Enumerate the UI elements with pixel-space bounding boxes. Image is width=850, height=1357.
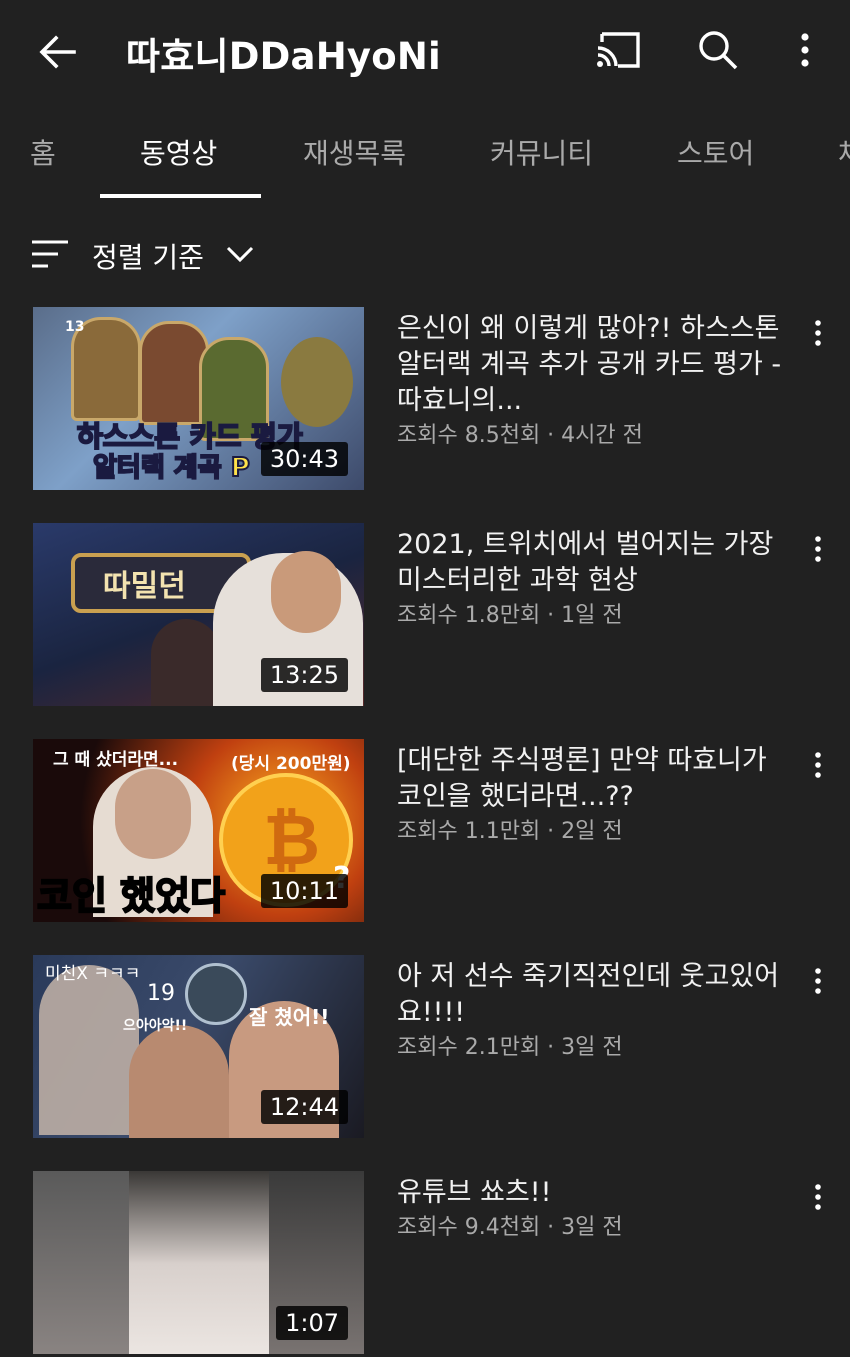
tab-videos[interactable]: 동영상 (140, 132, 217, 172)
video-info[interactable]: 은신이 왜 이렇게 많아?! 하스스톤 알터랙 계곡 추가 공개 카드 평가 -… (397, 311, 795, 451)
sort-label: 정렬 기준 (92, 241, 204, 274)
thumbnail-text: 으아아악!! (123, 1018, 188, 1034)
video-title: 은신이 왜 이렇게 많아?! 하스스톤 알터랙 계곡 추가 공개 카드 평가 -… (397, 313, 782, 416)
more-vert-icon (801, 33, 809, 67)
more-vert-icon (815, 536, 821, 562)
blurred-side (33, 1171, 129, 1354)
video-thumbnail[interactable]: 따밀던 13:25 (33, 523, 364, 706)
back-button[interactable] (34, 28, 82, 76)
video-thumbnail[interactable]: 1:07 (33, 1171, 364, 1354)
video-duration: 30:43 (260, 442, 348, 476)
cat-photo (129, 1171, 269, 1354)
chevron-down-icon (226, 246, 254, 263)
character-art (281, 337, 353, 427)
video-item[interactable]: ₿ 그 때 샀더라면... (당시 200만원) 코인 했었다 ? 10:11 … (0, 739, 850, 924)
video-meta: 조회수 9.4천회 · 3일 전 (397, 1215, 623, 1240)
more-vert-icon (815, 1184, 821, 1210)
thumbnail-text: (당시 200만원) (231, 754, 351, 774)
thumbnail-text: 19 (147, 981, 175, 1006)
tab-home[interactable]: 홈 (30, 132, 56, 172)
video-item[interactable]: 미친X ㅋㅋㅋ 19 으아아악!! 잘 쳤어!! 12:44 아 저 선수 죽기… (0, 955, 850, 1140)
person (129, 1025, 229, 1138)
video-meta: 조회수 8.5천회 · 4시간 전 (397, 423, 643, 448)
video-more-button[interactable] (806, 313, 830, 353)
thumbnail-text: 미친X ㅋㅋㅋ (45, 964, 141, 984)
cast-button[interactable] (594, 28, 642, 72)
thumbnail-text: 코인 했었다 (36, 873, 226, 919)
cast-icon (597, 32, 640, 68)
video-title: 유튜브 쑈츠!! (397, 1177, 552, 1208)
more-options-button[interactable] (788, 26, 822, 74)
active-tab-indicator (100, 194, 261, 198)
channel-tabs: 홈 동영상 재생목록 커뮤니티 스토어 채 (0, 110, 850, 200)
video-title: [대단한 주식평론] 만약 따효니가 코인을 했더라면...?? (397, 745, 767, 812)
thumbnail-text: 잘 쳤어!! (249, 1005, 330, 1029)
video-duration: 10:11 (260, 874, 348, 908)
video-thumbnail[interactable]: ₿ 그 때 샀더라면... (당시 200만원) 코인 했었다 ? 10:11 (33, 739, 364, 922)
video-more-button[interactable] (806, 529, 830, 569)
video-info[interactable]: 아 저 선수 죽기직전인데 웃고있어요!!!! 조회수 2.1만회 · 3일 전 (397, 959, 795, 1063)
person (39, 965, 139, 1135)
video-info[interactable]: 유튜브 쑈츠!! 조회수 9.4천회 · 3일 전 (397, 1175, 795, 1243)
video-title: 아 저 선수 죽기직전인데 웃고있어요!!!! (397, 961, 780, 1028)
more-vert-icon (815, 968, 821, 994)
video-meta: 조회수 1.1만회 · 2일 전 (397, 819, 623, 844)
video-more-button[interactable] (806, 961, 830, 1001)
tab-channels[interactable]: 채 (838, 132, 850, 172)
thumbnail-text: 13 (65, 319, 85, 335)
arrow-back-icon (39, 35, 76, 69)
search-icon (699, 31, 738, 70)
thumbnail-text: 따밀던 (103, 569, 186, 604)
video-item[interactable]: 1:07 유튜브 쑈츠!! 조회수 9.4천회 · 3일 전 (0, 1171, 850, 1356)
video-duration: 1:07 (276, 1306, 348, 1340)
tab-community[interactable]: 커뮤니티 (490, 132, 593, 172)
sort-icon (32, 240, 68, 268)
video-thumbnail[interactable]: 13 하스스톤 카드 평가 알터랙 계곡 P 30:43 (33, 307, 364, 490)
person (151, 619, 221, 706)
face (271, 551, 341, 633)
video-item[interactable]: 따밀던 13:25 2021, 트위치에서 벌어지는 가장 미스터리한 과학 현… (0, 523, 850, 708)
more-vert-icon (815, 752, 821, 778)
video-thumbnail[interactable]: 미친X ㅋㅋㅋ 19 으아아악!! 잘 쳤어!! 12:44 (33, 955, 364, 1138)
tab-playlists[interactable]: 재생목록 (303, 132, 406, 172)
search-button[interactable] (694, 26, 742, 74)
video-more-button[interactable] (806, 745, 830, 785)
video-more-button[interactable] (806, 1177, 830, 1217)
video-item[interactable]: 13 하스스톤 카드 평가 알터랙 계곡 P 30:43 은신이 왜 이렇게 많… (0, 307, 850, 492)
video-meta: 조회수 2.1만회 · 3일 전 (397, 1035, 623, 1060)
more-vert-icon (815, 320, 821, 346)
video-duration: 13:25 (260, 658, 348, 692)
video-info[interactable]: [대단한 주식평론] 만약 따효니가 코인을 했더라면...?? 조회수 1.1… (397, 743, 795, 847)
video-meta: 조회수 1.8만회 · 1일 전 (397, 603, 623, 628)
tab-store[interactable]: 스토어 (677, 132, 754, 172)
top-app-bar: 따효니DDaHyoNi (0, 0, 850, 100)
video-duration: 12:44 (260, 1090, 348, 1124)
thumbnail-text: 그 때 샀더라면... (53, 750, 179, 770)
video-info[interactable]: 2021, 트위치에서 벌어지는 가장 미스터리한 과학 현상 조회수 1.8만… (397, 527, 795, 631)
champion-icon (185, 963, 247, 1025)
thumbnail-text: 알터랙 계곡 P (92, 452, 251, 484)
channel-title: 따효니DDaHyoNi (126, 35, 441, 78)
face (115, 769, 191, 859)
video-title: 2021, 트위치에서 벌어지는 가장 미스터리한 과학 현상 (397, 529, 774, 596)
